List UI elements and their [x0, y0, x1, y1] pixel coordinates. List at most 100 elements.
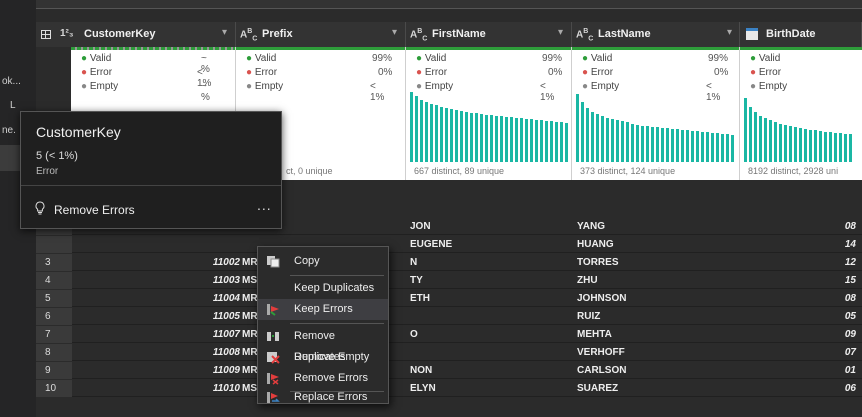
cell-customerkey[interactable]: 11008 — [72, 344, 240, 361]
cell-birthdate[interactable]: 06 — [742, 380, 856, 397]
row-number[interactable]: 8 — [36, 344, 72, 361]
histogram-bar — [535, 120, 538, 162]
cell-firstname[interactable]: NON — [410, 362, 570, 379]
value-distribution-histogram[interactable] — [744, 92, 858, 162]
cell-lastname[interactable]: YANG — [577, 218, 737, 235]
cell-lastname[interactable]: CARLSON — [577, 362, 737, 379]
cell-lastname[interactable]: TORRES — [577, 254, 737, 271]
date-type-icon[interactable] — [746, 28, 758, 40]
cell-customerkey[interactable]: 11004 — [72, 290, 240, 307]
cell-firstname[interactable]: O — [410, 326, 570, 343]
row-number[interactable]: 6 — [36, 308, 72, 325]
histogram-bar — [834, 133, 837, 162]
column-header-birthdate[interactable]: BirthDate — [740, 22, 862, 47]
column-header-customerkey[interactable]: 1²₃ CustomerKey ▾ — [36, 22, 236, 47]
distinct-count: 667 distinct, 89 unique — [414, 166, 505, 176]
column-header-lastname[interactable]: ABC LastName ▾ — [572, 22, 740, 47]
query-item-text[interactable]: ne. — [2, 125, 16, 136]
menu-item-keep-duplicates[interactable]: Keep Duplicates — [258, 278, 388, 299]
histogram-bar — [430, 104, 433, 162]
row-number[interactable]: 10 — [36, 380, 72, 397]
cell-birthdate[interactable]: 07 — [742, 344, 856, 361]
menu-item-remove-empty[interactable]: Remove Empty — [258, 347, 388, 368]
cell-firstname[interactable]: EUGENE — [410, 236, 570, 253]
whole-number-type-icon[interactable]: 1²₃ — [60, 28, 74, 39]
cell-customerkey[interactable]: 11007 — [72, 326, 240, 343]
formula-bar-edge — [36, 0, 862, 9]
row-number[interactable] — [36, 236, 72, 253]
histogram-bar — [510, 117, 513, 162]
cell-firstname[interactable]: ELYN — [410, 380, 570, 397]
query-item-text[interactable]: ok... — [2, 76, 21, 87]
text-type-icon[interactable]: ABC — [576, 28, 593, 42]
row-number[interactable]: 4 — [36, 272, 72, 289]
cell-birthdate[interactable]: 08 — [742, 290, 856, 307]
cell-lastname[interactable]: JOHNSON — [577, 290, 737, 307]
menu-item-copy[interactable]: Copy — [258, 251, 388, 272]
cell-firstname[interactable]: N — [410, 254, 570, 271]
menu-item-remove-errors[interactable]: Remove Errors — [258, 368, 388, 389]
column-name: FirstName — [432, 28, 486, 40]
chevron-down-icon[interactable]: ▾ — [727, 27, 732, 38]
cell-firstname[interactable]: JON — [410, 218, 570, 235]
chevron-down-icon[interactable]: ▾ — [558, 27, 563, 38]
histogram-bar — [565, 123, 568, 162]
table-row: 6 11005 MR RUIZ 05 — [36, 308, 862, 325]
cell-lastname[interactable]: VERHOFF — [577, 344, 737, 361]
cell-birthdate[interactable]: 15 — [742, 272, 856, 289]
value-distribution-histogram[interactable] — [410, 92, 568, 162]
text-type-icon[interactable]: ABC — [240, 28, 257, 42]
cell-birthdate[interactable]: 12 — [742, 254, 856, 271]
value-distribution-histogram[interactable] — [576, 92, 735, 162]
table-icon[interactable] — [41, 30, 51, 39]
quality-bar — [572, 47, 739, 50]
column-header-firstname[interactable]: ABC FirstName ▾ — [406, 22, 572, 47]
cell-firstname[interactable] — [410, 344, 570, 361]
histogram-bar — [495, 116, 498, 162]
menu-item-remove-duplicates[interactable]: Remove Duplicates — [258, 326, 388, 363]
row-number[interactable]: 7 — [36, 326, 72, 343]
cell-customerkey[interactable]: 11005 — [72, 308, 240, 325]
menu-item-replace-errors[interactable]: Replace Errors — [258, 387, 388, 408]
remove-errors-action[interactable]: Remove Errors — [54, 203, 135, 217]
histogram-bar — [591, 112, 594, 162]
cell-birthdate[interactable]: 14 — [742, 236, 856, 253]
cell-lastname[interactable]: RUIZ — [577, 308, 737, 325]
quality-bar — [71, 47, 235, 50]
cell-customerkey[interactable] — [72, 236, 240, 253]
more-options-icon[interactable]: ... — [257, 197, 272, 213]
row-number[interactable]: 5 — [36, 290, 72, 307]
cell-customerkey[interactable]: 11010 — [72, 380, 240, 397]
cell-customerkey[interactable]: 11002 — [72, 254, 240, 271]
cell-lastname[interactable]: MEHTA — [577, 326, 737, 343]
table-row: 7 11007 MR O MEHTA 09 — [36, 326, 862, 343]
cell-lastname[interactable]: ZHU — [577, 272, 737, 289]
cell-lastname[interactable]: HUANG — [577, 236, 737, 253]
cell-customerkey[interactable]: 11003 — [72, 272, 240, 289]
query-item-text[interactable]: L — [10, 100, 16, 111]
chevron-down-icon[interactable]: ▾ — [222, 27, 227, 38]
cell-birthdate[interactable]: 08 — [742, 218, 856, 235]
quality-bar — [406, 47, 571, 50]
histogram-bar — [784, 125, 787, 162]
cell-firstname[interactable] — [410, 308, 570, 325]
menu-item-keep-errors[interactable]: Keep Errors — [258, 299, 388, 320]
cell-lastname[interactable]: SUAREZ — [577, 380, 737, 397]
cell-firstname[interactable]: ETH — [410, 290, 570, 307]
histogram-bar — [550, 121, 553, 162]
cell-firstname[interactable]: TY — [410, 272, 570, 289]
cell-birthdate[interactable]: 01 — [742, 362, 856, 379]
histogram-bar — [596, 114, 599, 162]
column-header-prefix[interactable]: ABC Prefix ▾ — [236, 22, 406, 47]
cell-birthdate[interactable]: 09 — [742, 326, 856, 343]
chevron-down-icon[interactable]: ▾ — [392, 27, 397, 38]
histogram-bar — [560, 122, 563, 162]
cell-birthdate[interactable]: 05 — [742, 308, 856, 325]
row-number[interactable]: 3 — [36, 254, 72, 271]
text-type-icon[interactable]: ABC — [410, 28, 427, 42]
row-number[interactable]: 9 — [36, 362, 72, 379]
histogram-bar — [520, 118, 523, 162]
cell-customerkey[interactable]: 11009 — [72, 362, 240, 379]
table-row: EUGENE HUANG 14 — [36, 236, 862, 253]
histogram-bar — [525, 119, 528, 162]
